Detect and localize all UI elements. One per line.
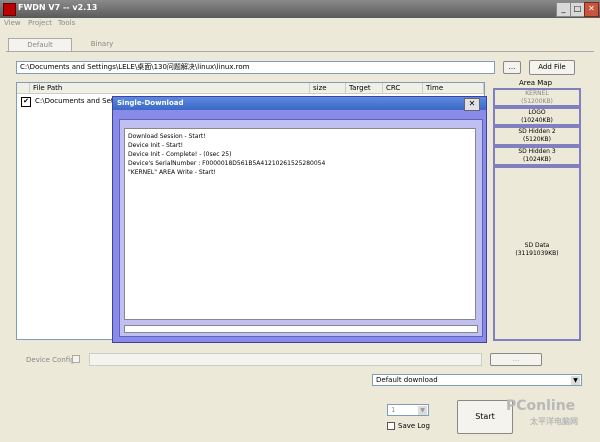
log-line: Device Init - Start! [128, 142, 184, 149]
rom-path-field[interactable]: C:\Documents and Settings\LELE\桌面\130问题解… [16, 61, 495, 74]
column-header-crc[interactable]: CRC [383, 83, 423, 94]
start-button[interactable]: Start [457, 400, 513, 434]
tab-divider [6, 51, 594, 52]
device-config-label: Device Config [26, 356, 75, 364]
dialog-progress-bar [124, 325, 478, 333]
area-sd-hidden-2-size: (5120KB) [522, 136, 551, 143]
column-header-target[interactable]: Target [346, 83, 383, 94]
dialog-title-bar: Single-Download ✕ [113, 97, 486, 111]
dialog-close-button[interactable]: ✕ [464, 98, 480, 111]
area-kernel-name: KERNEL [525, 90, 549, 97]
area-logo-name: LOGO [528, 109, 546, 116]
single-download-dialog: Single-Download ✕ Download Session - Sta… [112, 96, 487, 343]
device-config-checkbox[interactable] [72, 355, 80, 363]
download-mode-value: Default download [376, 376, 438, 384]
log-line: Device Init - Complete! - (0sec 25) [128, 151, 232, 158]
menu-view[interactable]: View [4, 19, 21, 27]
watermark-subtitle: 太平洋电脑网 [530, 417, 578, 426]
area-logo-size: (10240KB) [521, 117, 553, 124]
add-file-button[interactable]: Add File [529, 60, 575, 75]
menu-bar: View Project Tools [0, 18, 600, 30]
area-sd-hidden-3-size: (1024KB) [522, 156, 551, 163]
menu-tools[interactable]: Tools [58, 19, 75, 27]
dialog-frame: Download Session - Start! Device Init - … [119, 119, 483, 337]
area-logo[interactable]: LOGO (10240KB) [493, 107, 581, 126]
area-map-panel: Area Map KERNEL (51200KB) LOGO (10240KB)… [488, 79, 583, 341]
dialog-title: Single-Download [117, 99, 184, 107]
save-log-label: Save Log [398, 422, 430, 430]
log-line: "KERNEL" AREA Write - Start! [128, 169, 216, 176]
row-checkbox[interactable]: ✔ [21, 97, 31, 107]
area-kernel-size: (51200KB) [521, 98, 553, 105]
device-count-select[interactable]: 1 ▼ [387, 404, 429, 416]
app-icon [3, 3, 16, 16]
browse-path-button[interactable]: ... [503, 61, 521, 74]
download-log[interactable]: Download Session - Start! Device Init - … [124, 128, 476, 320]
download-mode-select[interactable]: Default download ▼ [372, 374, 582, 386]
watermark-logo: PConline [506, 398, 576, 414]
device-config-field[interactable] [89, 353, 482, 366]
log-line: Download Session - Start! [128, 133, 206, 140]
device-count-value: 1 [391, 406, 396, 414]
tab-default[interactable]: Default [8, 38, 72, 52]
close-button[interactable]: ✕ [584, 2, 599, 17]
chevron-down-icon[interactable]: ▼ [571, 376, 580, 385]
area-sd-hidden-2-name: SD Hidden 2 [518, 128, 556, 135]
device-config-browse-button[interactable]: ... [490, 353, 542, 366]
chevron-down-icon[interactable]: ▼ [418, 406, 427, 415]
column-header-size[interactable]: size [310, 83, 346, 94]
tab-binary[interactable]: Binary [72, 38, 132, 52]
area-sd-data-name: SD Data [524, 242, 550, 249]
column-header-time[interactable]: Time [423, 83, 484, 94]
maximize-button[interactable]: □ [570, 2, 585, 17]
window-title: FWDN V7 -- v2.13 [18, 3, 98, 12]
area-sd-data-size: (31191039KB) [515, 250, 559, 257]
column-header-check [17, 83, 30, 94]
area-sd-hidden-3[interactable]: SD Hidden 3 (1024KB) [493, 146, 581, 166]
column-header-file-path[interactable]: File Path [30, 83, 310, 94]
area-kernel[interactable]: KERNEL (51200KB) [493, 88, 581, 107]
area-sd-hidden-3-name: SD Hidden 3 [518, 148, 556, 155]
save-log-checkbox[interactable] [387, 422, 395, 430]
area-map-title: Area Map [518, 79, 553, 87]
minimize-button[interactable]: _ [556, 2, 571, 17]
log-line: Device's SerialNumber : F0000018D561B5A4… [128, 160, 326, 167]
title-bar: FWDN V7 -- v2.13 _ □ ✕ [0, 0, 600, 18]
menu-project[interactable]: Project [28, 19, 52, 27]
area-sd-data[interactable]: SD Data (31191039KB) [493, 166, 581, 341]
area-sd-hidden-2[interactable]: SD Hidden 2 (5120KB) [493, 126, 581, 146]
